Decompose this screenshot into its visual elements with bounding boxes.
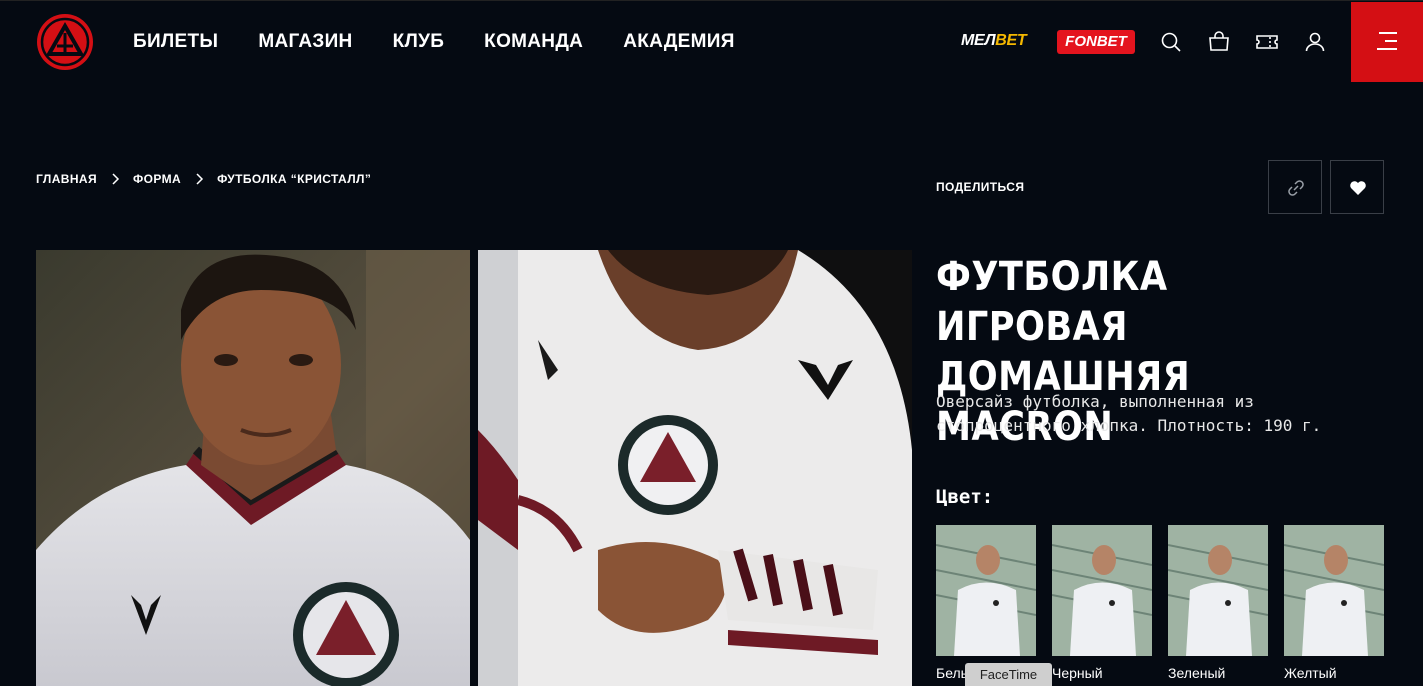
bag-icon[interactable] (1207, 30, 1231, 54)
chevron-right-icon (196, 173, 204, 185)
color-option-yellow[interactable]: Желтый (1284, 525, 1384, 681)
club-logo[interactable] (36, 13, 94, 71)
color-name: Желтый (1284, 665, 1337, 681)
menu-button[interactable] (1351, 2, 1423, 82)
color-label: Цвет: (936, 486, 994, 508)
menu-icon (1377, 32, 1397, 50)
color-swatches: Белый Черный Зеленый Желтый (936, 525, 1384, 681)
sponsor-melbet-a: МЕЛ (961, 32, 996, 49)
nav-shop[interactable]: МАГАЗИН (258, 31, 352, 53)
ticket-icon[interactable] (1255, 30, 1279, 54)
favorite-button[interactable] (1330, 160, 1384, 214)
color-thumb (1168, 525, 1268, 656)
main-nav: БИЛЕТЫ МАГАЗИН КЛУБ КОМАНДА АКАДЕМИЯ (133, 31, 735, 53)
sponsor-melbet-b: BET (995, 32, 1027, 49)
share-label: ПОДЕЛИТЬСЯ (936, 180, 1025, 194)
color-thumb (1052, 525, 1152, 656)
sponsor-melbet[interactable]: МЕЛBET (961, 32, 1027, 50)
heart-icon (1350, 181, 1366, 195)
site-header: БИЛЕТЫ МАГАЗИН КЛУБ КОМАНДА АКАДЕМИЯ МЕЛ… (0, 0, 1423, 82)
nav-club[interactable]: КЛУБ (393, 31, 445, 53)
product-description: Оверсайз футболка, выполненная из стопро… (936, 392, 1322, 435)
search-icon[interactable] (1159, 30, 1183, 54)
user-icon[interactable] (1303, 30, 1327, 54)
breadcrumb-home[interactable]: ГЛАВНАЯ (36, 172, 97, 186)
product-photo-2[interactable] (478, 250, 912, 686)
color-option-white[interactable]: Белый (936, 525, 1036, 681)
nav-tickets[interactable]: БИЛЕТЫ (133, 31, 218, 53)
link-icon (1288, 180, 1304, 196)
product-photo-1[interactable] (36, 250, 470, 686)
nav-team[interactable]: КОМАНДА (484, 31, 583, 53)
breadcrumb: ГЛАВНАЯ ФОРМА ФУТБОЛКА “КРИСТАЛЛ” (36, 172, 371, 186)
chevron-right-icon (112, 173, 120, 185)
color-thumb (936, 525, 1036, 656)
color-thumb (1284, 525, 1384, 656)
color-name: Зеленый (1168, 665, 1226, 681)
player-photo-closeup (36, 250, 470, 686)
facetime-overlay[interactable]: FaceTime (965, 663, 1052, 686)
color-option-green[interactable]: Зеленый (1168, 525, 1268, 681)
breadcrumb-uniform[interactable]: ФОРМА (133, 172, 181, 186)
color-option-black[interactable]: Черный (1052, 525, 1152, 681)
nav-academy[interactable]: АКАДЕМИЯ (623, 31, 735, 53)
player-photo-detail (478, 250, 912, 686)
sponsor-fonbet[interactable]: FONBET (1057, 30, 1135, 54)
breadcrumb-current: ФУТБОЛКА “КРИСТАЛЛ” (217, 172, 372, 186)
copy-link-button[interactable] (1268, 160, 1322, 214)
color-name: Черный (1052, 665, 1103, 681)
